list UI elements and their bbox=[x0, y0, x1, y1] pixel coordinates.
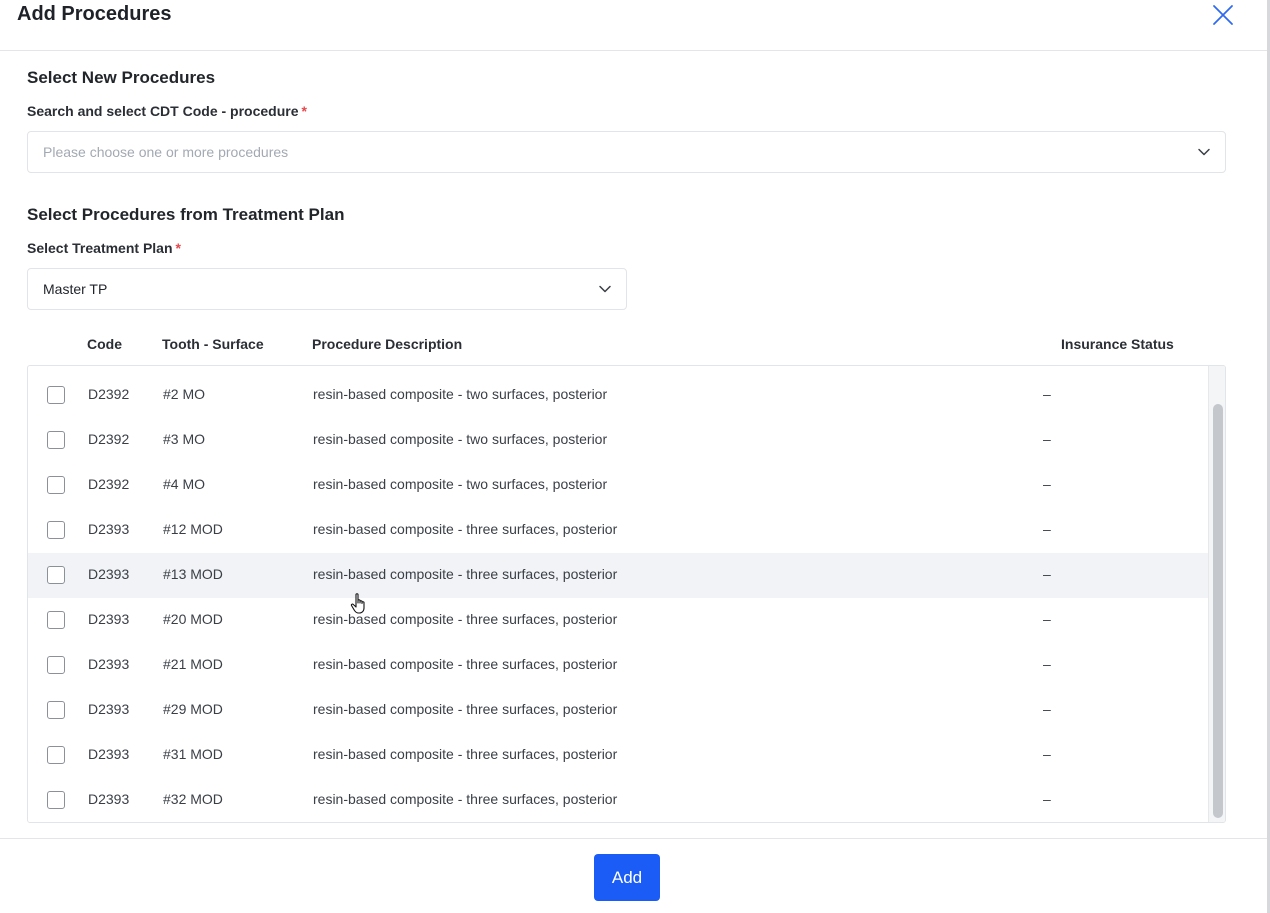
cell-tooth-surface: #20 MOD bbox=[163, 611, 223, 627]
treatment-plan-select[interactable]: Master TP bbox=[27, 268, 627, 310]
required-mark: * bbox=[175, 240, 181, 256]
cell-procedure-description: resin-based composite - three surfaces, … bbox=[313, 701, 618, 717]
row-checkbox[interactable] bbox=[47, 791, 65, 809]
modal-title: Add Procedures bbox=[17, 3, 172, 25]
cell-procedure-description: resin-based composite - two surfaces, po… bbox=[313, 386, 608, 402]
cell-code: D2393 bbox=[88, 611, 130, 627]
row-checkbox[interactable] bbox=[47, 611, 65, 629]
cell-code: D2392 bbox=[88, 386, 130, 402]
table-row[interactable]: D2392 #3 MO resin-based composite - two su… bbox=[28, 418, 1208, 463]
cell-insurance-status: – bbox=[1043, 521, 1051, 537]
table-row[interactable]: D2393 #12 MOD resin-based composite - thre… bbox=[28, 508, 1208, 553]
cell-code: D2393 bbox=[88, 566, 130, 582]
cell-code: D2392 bbox=[88, 476, 130, 492]
cell-tooth-surface: #3 MO bbox=[163, 431, 206, 447]
cell-insurance-status: – bbox=[1043, 386, 1051, 402]
cell-procedure-description: resin-based composite - three surfaces, … bbox=[313, 791, 618, 807]
modal-header: Add Procedures bbox=[0, 0, 1267, 51]
cell-code: D2393 bbox=[88, 521, 130, 537]
cell-code: D2393 bbox=[88, 701, 130, 717]
chevron-down-icon bbox=[1198, 148, 1210, 156]
treatment-plan-label-text: Select Treatment Plan bbox=[27, 240, 173, 256]
cdt-code-label: Search and select CDT Code - procedure * bbox=[27, 103, 307, 119]
cell-code: D2393 bbox=[88, 791, 130, 807]
cell-procedure-description: resin-based composite - two surfaces, po… bbox=[313, 476, 608, 492]
cell-tooth-surface: #4 MO bbox=[163, 476, 206, 492]
scrollbar-thumb[interactable] bbox=[1213, 404, 1223, 818]
cell-insurance-status: – bbox=[1043, 431, 1051, 447]
cell-procedure-description: resin-based composite - three surfaces, … bbox=[313, 611, 618, 627]
add-procedures-modal: Add Procedures Select New Procedures Sea… bbox=[0, 0, 1270, 913]
cell-tooth-surface: #13 MOD bbox=[163, 566, 223, 582]
treatment-plan-selected: Master TP bbox=[43, 281, 108, 297]
table-row[interactable]: D2392 #4 MO resin-based composite - two su… bbox=[28, 463, 1208, 508]
required-mark: * bbox=[301, 103, 307, 119]
chevron-down-icon bbox=[599, 285, 611, 293]
table-row[interactable]: D2393 #32 MOD resin-based composite - thre… bbox=[28, 778, 1208, 822]
table-row[interactable]: D2393 #29 MOD resin-based composite - thre… bbox=[28, 688, 1208, 733]
table-header: Code Tooth - Surface Procedure Descripti… bbox=[27, 330, 1226, 360]
treatment-plan-label: Select Treatment Plan * bbox=[27, 240, 181, 256]
row-checkbox[interactable] bbox=[47, 386, 65, 404]
cell-tooth-surface: #32 MOD bbox=[163, 791, 223, 807]
table-row[interactable]: D2393 #21 MOD resin-based composite - thre… bbox=[28, 643, 1208, 688]
cell-code: D2393 bbox=[88, 746, 130, 762]
cdt-procedure-placeholder: Please choose one or more procedures bbox=[43, 144, 289, 160]
cdt-procedure-select[interactable]: Please choose one or more procedures bbox=[27, 131, 1226, 173]
footer-divider bbox=[0, 838, 1267, 839]
row-checkbox[interactable] bbox=[47, 431, 65, 449]
row-checkbox[interactable] bbox=[47, 566, 65, 584]
cell-procedure-description: resin-based composite - three surfaces, … bbox=[313, 566, 618, 582]
cell-procedure-description: resin-based composite - three surfaces, … bbox=[313, 746, 618, 762]
cell-code: D2393 bbox=[88, 656, 130, 672]
table-row[interactable]: D2393 #31 MOD resin-based composite - thre… bbox=[28, 733, 1208, 778]
row-checkbox[interactable] bbox=[47, 701, 65, 719]
row-checkbox[interactable] bbox=[47, 746, 65, 764]
cell-insurance-status: – bbox=[1043, 476, 1051, 492]
row-checkbox[interactable] bbox=[47, 656, 65, 674]
table-scrollbar[interactable] bbox=[1208, 366, 1225, 822]
cell-tooth-surface: #31 MOD bbox=[163, 746, 223, 762]
cell-insurance-status: – bbox=[1043, 701, 1051, 717]
column-header-tooth-surface: Tooth - Surface bbox=[162, 336, 264, 352]
row-checkbox[interactable] bbox=[47, 476, 65, 494]
column-header-procedure-description: Procedure Description bbox=[312, 336, 463, 352]
cdt-code-label-text: Search and select CDT Code - procedure bbox=[27, 103, 299, 119]
close-icon bbox=[1213, 5, 1233, 25]
new-procedures-section-title: Select New Procedures bbox=[27, 68, 216, 87]
cell-tooth-surface: #2 MO bbox=[163, 386, 206, 402]
table-row[interactable]: D2393 #13 MOD resin-based composite - thre… bbox=[28, 553, 1208, 598]
cell-insurance-status: – bbox=[1043, 566, 1051, 582]
cell-tooth-surface: #12 MOD bbox=[163, 521, 223, 537]
cell-insurance-status: – bbox=[1043, 791, 1051, 807]
close-button[interactable] bbox=[1208, 0, 1238, 30]
cell-tooth-surface: #21 MOD bbox=[163, 656, 223, 672]
cell-procedure-description: resin-based composite - three surfaces, … bbox=[313, 656, 618, 672]
cell-code: D2392 bbox=[88, 431, 130, 447]
add-button[interactable]: Add bbox=[594, 854, 660, 901]
column-header-code: Code bbox=[87, 336, 122, 352]
cell-insurance-status: – bbox=[1043, 611, 1051, 627]
treatment-plan-section-title: Select Procedures from Treatment Plan bbox=[27, 205, 345, 224]
cell-procedure-description: resin-based composite - three surfaces, … bbox=[313, 521, 618, 537]
table-row[interactable]: D2392 #2 MO resin-based composite - two su… bbox=[28, 373, 1208, 418]
cell-tooth-surface: #29 MOD bbox=[163, 701, 223, 717]
cell-procedure-description: resin-based composite - two surfaces, po… bbox=[313, 431, 608, 447]
cell-insurance-status: – bbox=[1043, 746, 1051, 762]
row-checkbox[interactable] bbox=[47, 521, 65, 539]
cell-insurance-status: – bbox=[1043, 656, 1051, 672]
column-header-insurance-status: Insurance Status bbox=[1061, 336, 1174, 352]
procedures-table: D2392 #2 MO resin-based composite - two su… bbox=[27, 365, 1226, 823]
table-row[interactable]: D2393 #20 MOD resin-based composite - thre… bbox=[28, 598, 1208, 643]
